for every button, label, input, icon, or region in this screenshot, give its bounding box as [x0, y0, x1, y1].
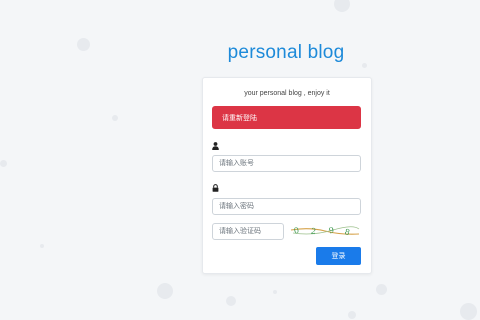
background-bubble — [376, 284, 387, 295]
svg-text:9: 9 — [328, 226, 334, 236]
background-bubble — [40, 244, 44, 248]
card-subtitle: your personal blog , enjoy it — [244, 90, 330, 97]
lock-icon — [212, 184, 220, 192]
page-title: personal blog — [227, 42, 345, 63]
password-input[interactable] — [212, 198, 361, 215]
username-input[interactable] — [212, 155, 361, 172]
background-bubble — [77, 38, 90, 51]
user-icon — [212, 142, 220, 150]
login-button[interactable]: 登录 — [316, 247, 361, 265]
captcha-input[interactable] — [212, 223, 284, 240]
background-bubble — [460, 303, 477, 320]
captcha-image[interactable]: 0 2 9 8 — [289, 221, 361, 241]
background-bubble — [334, 0, 350, 12]
background-bubble — [157, 283, 173, 299]
background-bubble — [348, 311, 356, 319]
login-card: your personal blog , enjoy it 请重新登陆 0 2 … — [202, 77, 372, 274]
background-bubble — [112, 115, 118, 121]
svg-text:8: 8 — [344, 227, 351, 237]
svg-text:0: 0 — [293, 226, 300, 236]
svg-text:2: 2 — [310, 227, 317, 237]
background-bubble — [226, 296, 236, 306]
alert-text: 请重新登陆 — [222, 114, 257, 122]
relogin-alert: 请重新登陆 — [212, 106, 361, 129]
background-bubble — [0, 160, 7, 167]
background-bubble — [273, 290, 277, 294]
